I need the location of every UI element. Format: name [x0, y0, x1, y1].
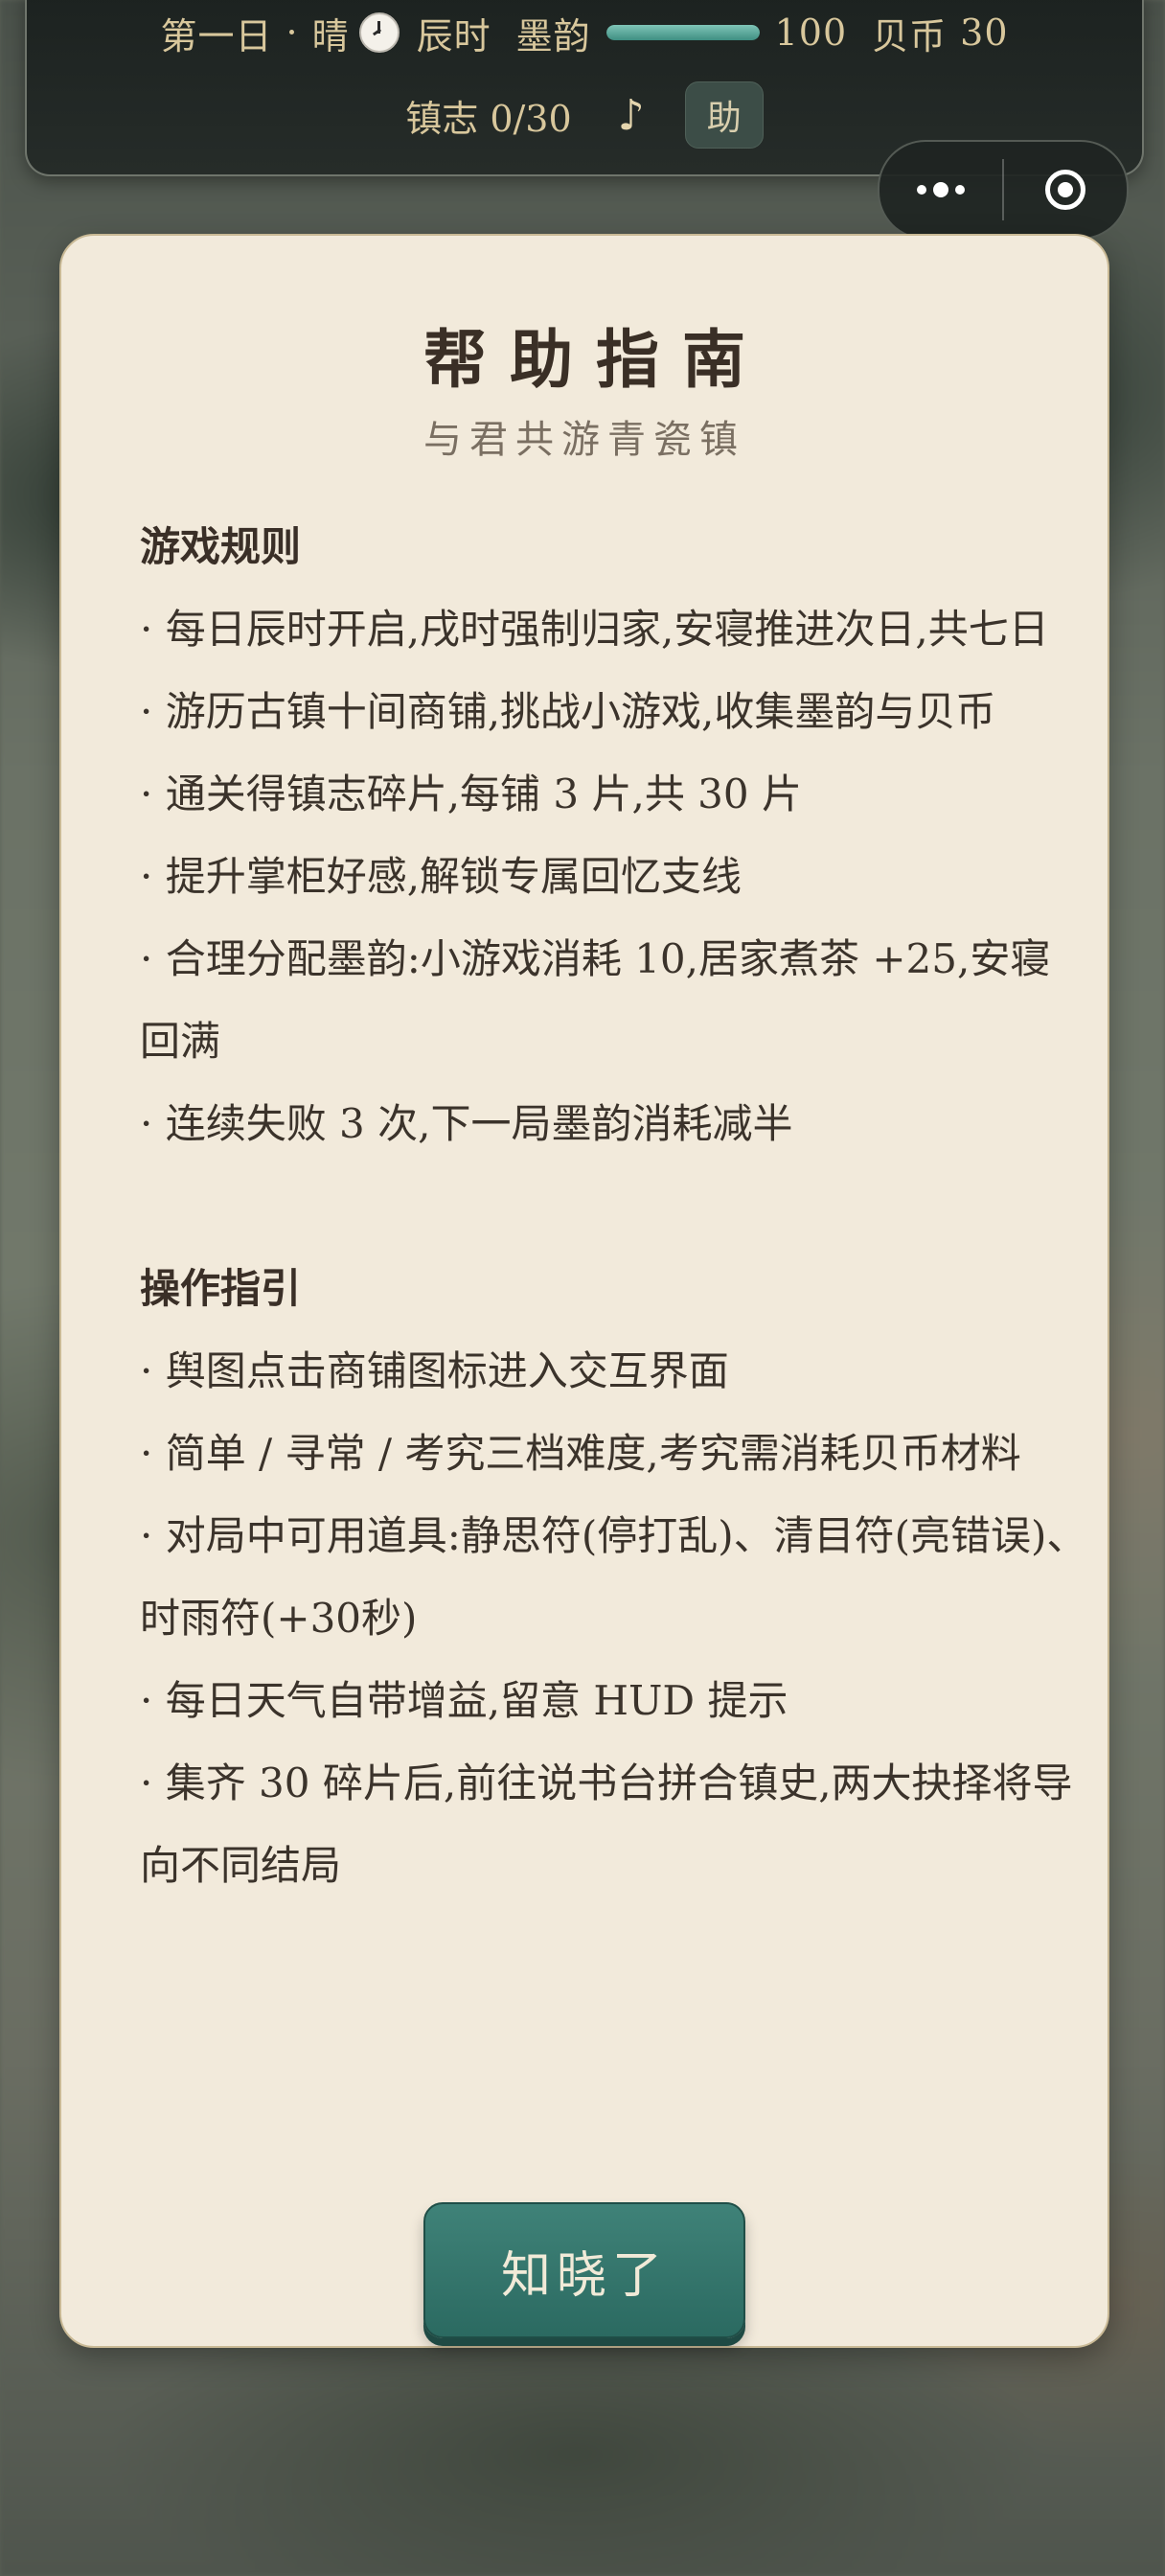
list-item: · 简单 / 寻常 / 考究三档难度,考究需消耗贝币材料 [140, 1430, 1021, 1477]
list-item: · 每日辰时开启,戌时强制归家,安寝推进次日,共七日 [140, 606, 1049, 653]
hud-day: 第一日 [160, 14, 273, 58]
list-item: · 对局中可用道具:静思符(停打乱)、清目符(亮错误)、时雨符(+30秒) [140, 1512, 1087, 1642]
section-title-controls: 操作指引 [140, 1265, 302, 1312]
section-title-rules: 游戏规则 [140, 523, 302, 570]
list-item: · 提升掌柜好感,解锁专属回忆支线 [140, 853, 742, 900]
hud-coin-label: 贝币 [872, 14, 948, 58]
clock-icon [358, 12, 400, 53]
list-item: · 通关得镇志碎片,每铺 3 片,共 30 片 [140, 770, 802, 817]
hud-secondary-row: 镇志 0/30 ♪ 助 [27, 81, 1142, 149]
help-content: 游戏规则 · 每日辰时开启,戌时强制归家,安寝推进次日,共七日 · 游历古镇十间… [140, 506, 1088, 1907]
hud-ink-value: 100 [774, 12, 848, 54]
list-item: · 每日天气自带增益,留意 HUD 提示 [140, 1677, 788, 1724]
hud-time: 辰时 [416, 14, 491, 58]
hud-coin-value: 30 [960, 12, 1009, 54]
hud-weather: 晴 [311, 14, 350, 58]
panel-title: 帮助指南 [423, 322, 768, 397]
hud-separator-dot: · [286, 12, 299, 54]
help-guide-panel: 帮助指南 与君共游青瓷镇 游戏规则 · 每日辰时开启,戌时强制归家,安寝推进次日… [59, 234, 1109, 2348]
list-item: · 合理分配墨韵:小游戏消耗 10,居家煮茶 +25,安寝回满 [140, 935, 1051, 1065]
miniprogram-capsule [878, 140, 1129, 240]
acknowledge-button[interactable]: 知晓了 [423, 2202, 745, 2338]
hud-ink-label: 墨韵 [515, 14, 591, 58]
target-close-icon[interactable] [1004, 142, 1127, 238]
list-item: · 集齐 30 碎片后,前往说书台拼合镇史,两大抉择将导向不同结局 [140, 1760, 1073, 1889]
hud-status-row: 第一日 · 晴 辰时 墨韵 100 贝币 30 [27, 12, 1142, 58]
list-item: · 舆图点击商铺图标进入交互界面 [140, 1347, 729, 1394]
list-item: · 游历古镇十间商铺,挑战小游戏,收集墨韵与贝币 [140, 688, 996, 735]
help-button[interactable]: 助 [684, 81, 764, 149]
more-icon[interactable] [879, 142, 1002, 238]
music-icon[interactable]: ♪ [618, 91, 645, 140]
hud-chronicle-progress: 镇志 0/30 [405, 97, 572, 140]
ink-progress-bar [605, 25, 760, 40]
list-item: · 连续失败 3 次,下一局墨韵消耗减半 [140, 1100, 793, 1147]
ink-progress-fill [605, 25, 760, 40]
panel-subtitle: 与君共游青瓷镇 [423, 418, 745, 462]
